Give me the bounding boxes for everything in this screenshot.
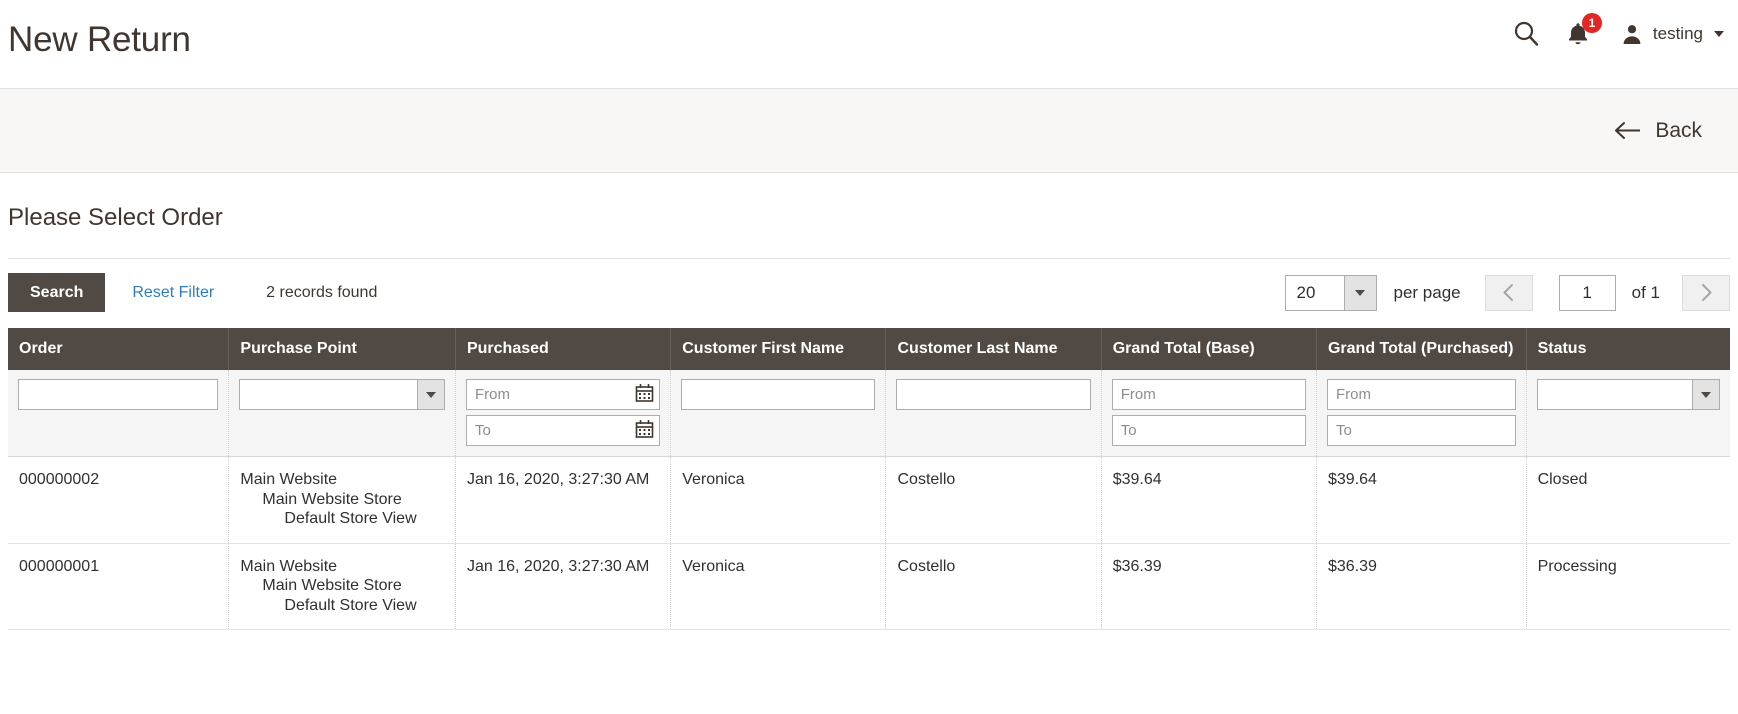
filter-order-input[interactable] — [18, 379, 219, 411]
filter-cell-grand-total-purchased — [1316, 370, 1527, 458]
grid-filter-row — [8, 370, 1730, 458]
header-actions: 1 testing — [1513, 12, 1724, 47]
cell-customer-last-name: Costello — [885, 543, 1102, 631]
filter-status-select[interactable] — [1536, 379, 1720, 411]
cell-status: Closed — [1526, 456, 1730, 544]
notifications-button[interactable]: 1 — [1566, 12, 1602, 47]
purchase-point-store: Main Website Store — [262, 490, 402, 508]
column-header-customer-last-name[interactable]: Customer Last Name — [885, 328, 1102, 371]
filter-cell-status — [1526, 370, 1730, 458]
chevron-down-icon[interactable] — [1343, 275, 1376, 310]
filter-grand-total-base-to-input[interactable] — [1111, 415, 1306, 447]
filter-purchased-from-wrap — [465, 379, 661, 411]
column-header-order[interactable]: Order — [8, 328, 230, 371]
filter-grand-total-purchased-from-input[interactable] — [1326, 379, 1516, 411]
column-header-purchase-point[interactable]: Purchase Point — [228, 328, 456, 371]
filter-cell-order — [8, 370, 230, 458]
cell-customer-first-name: Veronica — [670, 543, 887, 631]
filter-cell-customer-last-name — [885, 370, 1102, 458]
cell-customer-last-name: Costello — [885, 456, 1102, 544]
page-actions-bar: Back — [0, 88, 1738, 173]
back-button-label: Back — [1655, 118, 1702, 142]
pager: 20 per page of 1 — [1284, 274, 1730, 311]
cell-grand-total-base: $39.64 — [1101, 456, 1317, 544]
cell-purchase-point: Main Website Main Website Store Default … — [228, 456, 456, 544]
calendar-icon[interactable] — [635, 419, 654, 443]
per-page-label: per page — [1393, 282, 1461, 302]
grid-toolbar: Search Reset Filter 2 records found 20 p… — [8, 259, 1730, 328]
filter-grand-total-base-from-input[interactable] — [1111, 379, 1306, 411]
chevron-left-icon — [1503, 284, 1514, 302]
column-header-grand-total-purchased[interactable]: Grand Total (Purchased) — [1316, 328, 1527, 371]
filter-customer-first-name-input[interactable] — [681, 379, 876, 411]
page-number-input[interactable] — [1558, 274, 1616, 311]
purchase-point-store-view: Default Store View — [284, 596, 417, 614]
cell-purchase-point: Main Website Main Website Store Default … — [228, 543, 456, 631]
arrow-left-icon — [1614, 121, 1641, 140]
cell-customer-first-name: Veronica — [670, 456, 887, 544]
table-row[interactable]: 000000001 Main Website Main Website Stor… — [8, 543, 1730, 631]
per-page-select[interactable]: 20 — [1284, 274, 1377, 311]
chevron-down-icon[interactable] — [1692, 380, 1719, 410]
chevron-down-icon[interactable] — [416, 380, 444, 410]
purchase-point-website: Main Website — [240, 557, 338, 575]
search-button[interactable]: Search — [8, 273, 106, 313]
filter-purchased-from-input[interactable] — [465, 379, 661, 411]
total-pages-label: of 1 — [1631, 282, 1660, 302]
filter-cell-grand-total-base — [1101, 370, 1317, 458]
filter-purchased-to-input[interactable] — [465, 415, 661, 447]
column-header-grand-total-base[interactable]: Grand Total (Base) — [1101, 328, 1317, 371]
filter-cell-customer-first-name — [670, 370, 887, 458]
cell-order: 000000002 — [8, 456, 230, 544]
filter-customer-last-name-input[interactable] — [896, 379, 1091, 411]
filter-cell-purchase-point — [228, 370, 456, 458]
page-title: New Return — [8, 20, 191, 59]
column-header-customer-first-name[interactable]: Customer First Name — [670, 328, 887, 371]
cell-purchased: Jan 16, 2020, 3:27:30 AM — [455, 543, 672, 631]
section-title: Please Select Order — [8, 204, 223, 231]
notification-count-badge: 1 — [1581, 12, 1602, 33]
cell-grand-total-purchased: $39.64 — [1316, 456, 1527, 544]
page-header: New Return 1 testing — [0, 0, 1738, 88]
chevron-down-icon — [1714, 30, 1724, 37]
cell-grand-total-purchased: $36.39 — [1316, 543, 1527, 631]
cell-purchased: Jan 16, 2020, 3:27:30 AM — [455, 456, 672, 544]
cell-grand-total-base: $36.39 — [1101, 543, 1317, 631]
column-header-status[interactable]: Status — [1526, 328, 1730, 371]
table-row[interactable]: 000000002 Main Website Main Website Stor… — [8, 456, 1730, 544]
grid-header-row: Order Purchase Point Purchased Customer … — [8, 328, 1730, 371]
per-page-value: 20 — [1296, 282, 1316, 302]
purchase-point-store-view: Default Store View — [284, 510, 417, 528]
previous-page-button[interactable] — [1484, 274, 1533, 311]
reset-filter-link[interactable]: Reset Filter — [132, 284, 214, 302]
filter-grand-total-purchased-to-input[interactable] — [1326, 415, 1516, 447]
orders-grid: Order Purchase Point Purchased Customer … — [8, 328, 1730, 631]
filter-purchase-point-value — [240, 380, 417, 409]
calendar-icon[interactable] — [635, 383, 654, 407]
column-header-purchased[interactable]: Purchased — [455, 328, 672, 371]
chevron-right-icon — [1701, 284, 1711, 302]
purchase-point-website: Main Website — [240, 471, 338, 489]
user-menu[interactable]: testing — [1620, 22, 1724, 46]
back-button[interactable]: Back — [1610, 113, 1706, 149]
user-name-label: testing — [1652, 23, 1703, 43]
purchase-point-store: Main Website Store — [262, 577, 402, 595]
user-avatar-icon — [1620, 22, 1644, 46]
cell-order: 000000001 — [8, 543, 230, 631]
cell-status: Processing — [1526, 543, 1730, 631]
filter-cell-purchased — [455, 370, 672, 458]
search-icon[interactable] — [1513, 20, 1540, 47]
filter-status-value — [1538, 380, 1692, 409]
filter-purchased-to-wrap — [465, 415, 661, 447]
filter-purchase-point-select[interactable] — [239, 379, 445, 411]
content-area: Please Select Order Search Reset Filter … — [0, 201, 1738, 631]
records-found-label: 2 records found — [266, 283, 378, 301]
next-page-button[interactable] — [1682, 274, 1730, 311]
